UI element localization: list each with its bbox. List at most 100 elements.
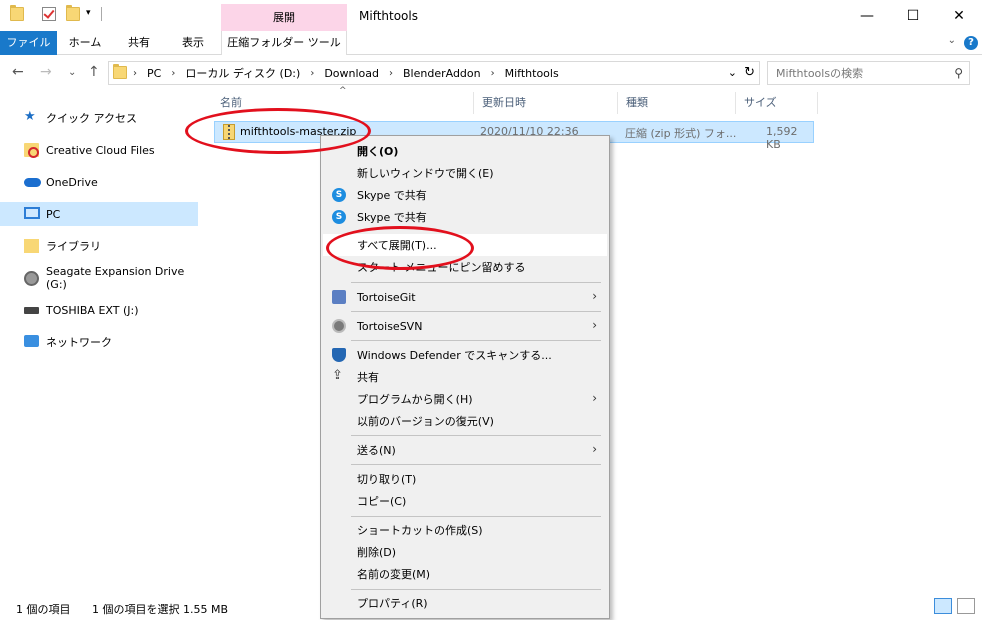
menu-item-pin-to-start[interactable]: スタート メニューにピン留めする [323,256,607,278]
large-icons-view-icon[interactable] [957,598,975,614]
details-view-icon[interactable] [934,598,952,614]
item-count: 1 個の項目 [16,603,71,616]
submenu-arrow-icon: › [592,289,597,303]
menu-item-rename[interactable]: 名前の変更(M) [323,563,607,585]
skype-icon: S [332,210,346,224]
new-folder-icon[interactable] [66,5,80,21]
creative-cloud-icon [24,143,39,158]
quick-access-dropdown-icon[interactable]: ▾ [86,8,91,18]
navigation-pane: ★ クイック アクセス Creative Cloud Files OneDriv… [0,90,200,590]
tab-compressed-folder-tools[interactable]: 圧縮フォルダー ツール [221,31,347,55]
folder-icon[interactable] [10,5,24,21]
sidebar-item-onedrive[interactable]: OneDrive [0,170,198,194]
menu-item-extract-all[interactable]: すべて展開(T)... [323,234,607,256]
breadcrumb-mifthtools[interactable]: Mifthtools [505,67,559,80]
skype-icon: S [332,188,346,202]
help-icon[interactable]: ? [964,36,978,50]
sidebar-item-pc[interactable]: PC [0,202,198,226]
maximize-button[interactable]: ☐ [890,0,936,31]
menu-item-delete[interactable]: 削除(D) [323,541,607,563]
back-arrow-icon[interactable]: ← [12,64,24,80]
folder-icon [113,64,127,79]
menu-item-send-to[interactable]: 送る(N) › [323,439,607,461]
menu-item-create-shortcut[interactable]: ショートカットの作成(S) [323,519,607,541]
breadcrumb-blenderaddon[interactable]: BlenderAddon [403,67,481,80]
computer-icon [24,207,40,219]
menu-separator [351,464,601,465]
breadcrumb-local-disk[interactable]: ローカル ディスク (D:) [185,65,300,81]
submenu-arrow-icon: › [592,442,597,456]
selection-info: 1 個の項目を選択 1.55 MB [92,603,229,616]
recent-locations-chevron-icon[interactable]: ⌄ [68,67,76,78]
drive-icon [24,271,39,286]
menu-item-restore-previous[interactable]: 以前のバージョンの復元(V) [323,410,607,432]
menu-separator [351,589,601,590]
file-size: 1,592 KB [766,125,798,151]
sidebar-item-network[interactable]: ネットワーク [0,330,198,354]
menu-item-open[interactable]: 開く(O) [323,140,607,162]
tab-view[interactable]: 表示 [170,31,216,55]
menu-item-cut[interactable]: 切り取り(T) [323,468,607,490]
menu-separator [351,435,601,436]
contextual-tab-header: 展開 [221,4,347,32]
sidebar-item-toshiba[interactable]: TOSHIBA EXT (J:) [0,298,198,322]
search-icon: ⚲ [954,66,963,80]
column-header-size[interactable]: サイズ [736,92,818,114]
menu-separator [351,516,601,517]
address-dropdown-icon[interactable]: ⌄ [728,66,737,79]
menu-item-skype-share-1[interactable]: S Skype で共有 [323,184,607,206]
library-icon [24,239,39,253]
ribbon-expand-chevron-icon[interactable]: ⌄ [948,35,956,46]
menu-item-copy[interactable]: コピー(C) [323,490,607,512]
column-header-name[interactable]: 名前 [212,92,474,114]
menu-item-tortoisesvn[interactable]: TortoiseSVN › [323,315,607,337]
file-type: 圧縮 (zip 形式) フォ... [625,127,737,140]
navigation-bar: ← → ⌄ ↑ › PC › ローカル ディスク (D:) › Download… [0,56,982,90]
tab-file[interactable]: ファイル [0,31,57,55]
tortoisegit-icon [332,290,346,304]
minimize-button[interactable]: — [844,0,890,31]
sidebar-item-quick-access[interactable]: ★ クイック アクセス [0,106,198,130]
forward-arrow-icon[interactable]: → [40,64,52,80]
sidebar-item-library[interactable]: ライブラリ [0,234,198,258]
network-icon [24,335,39,347]
submenu-arrow-icon: › [592,318,597,332]
properties-check-icon[interactable] [42,7,56,21]
sidebar-item-seagate[interactable]: Seagate Expansion Drive (G:) [0,265,198,291]
star-icon: ★ [24,109,36,124]
divider [101,7,102,21]
tab-home[interactable]: ホーム [62,31,108,55]
up-arrow-icon[interactable]: ↑ [88,64,100,80]
column-header-type[interactable]: 種類 [618,92,736,114]
context-menu: 開く(O) 新しいウィンドウで開く(E) S Skype で共有 S Skype… [320,135,610,619]
refresh-icon[interactable]: ↻ [744,65,755,80]
menu-item-open-with[interactable]: プログラムから開く(H) › [323,388,607,410]
cloud-icon [24,178,41,187]
search-placeholder: Mifthtoolsの検索 [776,67,864,80]
submenu-arrow-icon: › [592,391,597,405]
menu-item-open-new-window[interactable]: 新しいウィンドウで開く(E) [323,162,607,184]
shield-icon [332,348,346,362]
menu-item-defender-scan[interactable]: Windows Defender でスキャンする... [323,344,607,366]
breadcrumb-download[interactable]: Download [324,67,379,80]
search-input[interactable]: Mifthtoolsの検索 ⚲ [767,61,970,85]
address-bar[interactable]: › PC › ローカル ディスク (D:) › Download › Blend… [108,61,760,85]
tab-share[interactable]: 共有 [116,31,162,55]
menu-separator [351,282,601,283]
menu-item-tortoisegit[interactable]: TortoiseGit › [323,286,607,308]
window-title: Mifthtools [359,9,418,23]
menu-separator [351,311,601,312]
breadcrumb-pc[interactable]: PC [147,67,161,80]
ribbon-tabs: ファイル ホーム 共有 表示 圧縮フォルダー ツール ⌄ ? [0,31,982,55]
menu-item-share[interactable]: ⇪ 共有 [323,366,607,388]
title-bar: ▾ 展開 Mifthtools — ☐ ✕ [0,0,982,32]
close-button[interactable]: ✕ [936,0,982,31]
usb-drive-icon [24,307,39,314]
zip-file-icon [223,124,235,140]
sidebar-item-creative-cloud[interactable]: Creative Cloud Files [0,138,198,162]
menu-separator [351,340,601,341]
status-bar: 1 個の項目 1 個の項目を選択 1.55 MB [0,596,982,620]
share-icon: ⇪ [332,368,343,383]
menu-item-skype-share-2[interactable]: S Skype で共有 [323,206,607,228]
column-header-modified[interactable]: 更新日時 [474,92,618,114]
